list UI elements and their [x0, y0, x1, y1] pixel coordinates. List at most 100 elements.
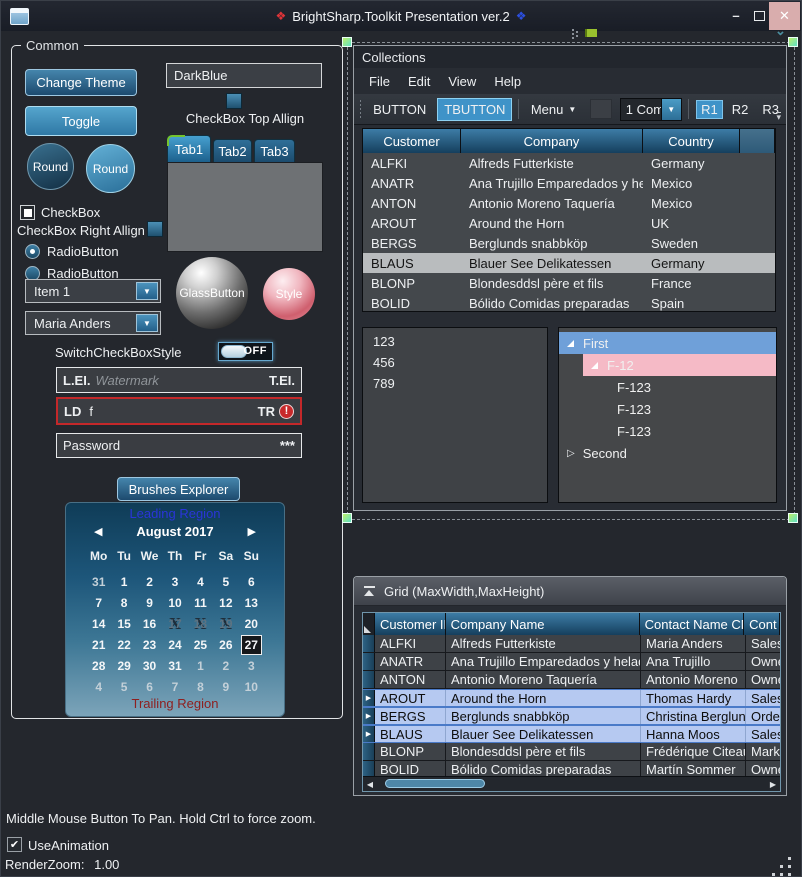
tree-item[interactable]: F-123 [559, 420, 776, 442]
table-row[interactable]: ▶BERGSBerglunds snabbköpChristina Berglu… [363, 707, 780, 725]
calendar-day[interactable]: 27 [241, 635, 262, 655]
calendar-day[interactable]: 7 [162, 677, 187, 697]
scroll-right-icon[interactable]: ▶ [766, 777, 780, 791]
tree-item[interactable]: First [559, 332, 776, 354]
customer-combobox[interactable]: Maria Anders ▼ [25, 311, 161, 335]
table-row[interactable]: ANATRAna Trujillo Emparedados y helaMexi… [363, 173, 775, 193]
calendar-day[interactable]: 22 [111, 635, 136, 655]
darkblue-textbox[interactable]: DarkBlue [166, 63, 322, 88]
column-header-country[interactable]: Country [643, 129, 740, 153]
checkbox-right-align[interactable] [147, 221, 163, 237]
calendar-day[interactable]: 10 [239, 677, 264, 697]
calendar-day[interactable]: 4 [86, 677, 111, 697]
use-animation-checkbox[interactable]: ✔ [7, 837, 22, 852]
calendar-day[interactable]: 26 [213, 635, 238, 655]
round-button-2[interactable]: Round [86, 144, 135, 193]
table-row[interactable]: ALFKIAlfreds FutterkisteGermany [363, 153, 775, 173]
menu-item-edit[interactable]: Edit [399, 71, 439, 92]
toolbar-button[interactable]: BUTTON [366, 99, 433, 120]
calendar[interactable]: Leading Region ◀ August 2017 ▶ MoTuWeThF… [65, 502, 285, 717]
calendar-day[interactable]: 31 [162, 656, 187, 676]
menu-item-file[interactable]: File [360, 71, 399, 92]
collapse-icon[interactable] [364, 586, 375, 596]
tree-item[interactable]: F-123 [559, 376, 776, 398]
calendar-day[interactable]: 8 [111, 593, 136, 613]
list-item[interactable]: 123 [363, 331, 547, 352]
calendar-day[interactable]: 14 [86, 614, 111, 634]
row-header[interactable] [363, 743, 375, 760]
table-row[interactable]: BOLIDBólido Comidas preparadasSpain [363, 293, 775, 313]
change-theme-button[interactable]: Change Theme [25, 69, 137, 96]
calendar-day[interactable]: X18 [188, 614, 213, 634]
toolbar-gripper-icon[interactable] [360, 100, 361, 118]
column-header-company[interactable]: Company [461, 129, 643, 153]
calendar-day[interactable]: 4 [188, 572, 213, 592]
calendar-day[interactable]: 2 [137, 572, 162, 592]
calendar-day[interactable]: 30 [137, 656, 162, 676]
calendar-day[interactable]: 1 [111, 572, 136, 592]
calendar-day[interactable]: 9 [213, 677, 238, 697]
collections-window-titlebar[interactable]: Collections [354, 46, 786, 68]
calendar-day[interactable]: 6 [137, 677, 162, 697]
chevron-down-icon[interactable]: ▼ [136, 314, 158, 332]
calendar-day[interactable]: 1 [188, 656, 213, 676]
column-header[interactable]: Contact Name CN [640, 613, 745, 635]
column-header-customer[interactable]: Customer [363, 129, 461, 153]
calendar-day[interactable]: 11 [188, 593, 213, 613]
item-combobox[interactable]: Item 1 ▼ [25, 279, 161, 303]
calendar-day[interactable]: 24 [162, 635, 187, 655]
table-row[interactable]: ▶BLAUSBlauer See DelikatessenHanna MoosS… [363, 725, 780, 743]
style-button[interactable]: Style [263, 268, 315, 320]
table-row[interactable]: BLAUSBlauer See DelikatessenGermany [363, 253, 775, 273]
checkbox-checked[interactable] [20, 205, 35, 220]
error-field[interactable]: LD f TR ! [56, 397, 302, 425]
calendar-day[interactable]: 10 [162, 593, 187, 613]
calendar-day[interactable]: 5 [213, 572, 238, 592]
calendar-day[interactable]: X19 [213, 614, 238, 634]
round-button-1[interactable]: Round [27, 143, 74, 190]
resize-grip-icon[interactable] [788, 857, 791, 860]
toolbar-combobox[interactable]: 1 Com ▼ [620, 98, 682, 121]
calendar-day[interactable]: 15 [111, 614, 136, 634]
selection-handle[interactable] [788, 513, 798, 523]
table-row[interactable]: AROUTAround the HornUK [363, 213, 775, 233]
checkbox-top-align[interactable] [226, 93, 242, 109]
calendar-day[interactable]: 9 [137, 593, 162, 613]
chevron-down-icon[interactable]: ▼ [661, 99, 681, 120]
adorner-chevron-icon[interactable]: ⌄ [775, 23, 786, 39]
menu-item-view[interactable]: View [439, 71, 485, 92]
calendar-day[interactable]: 7 [86, 593, 111, 613]
calendar-day[interactable]: 5 [111, 677, 136, 697]
expander-expanded-icon[interactable] [591, 362, 598, 369]
toolbar-toggle-button[interactable]: TBUTTON [437, 98, 512, 121]
row-header[interactable]: ▶ [363, 726, 375, 742]
expander-collapsed-icon[interactable]: ▷ [567, 448, 575, 459]
menu-item-help[interactable]: Help [485, 71, 530, 92]
titlebar[interactable]: ❖ BrightSharp.Toolkit Presentation ver.2… [1, 1, 801, 31]
row-header[interactable] [363, 635, 375, 652]
selection-handle[interactable] [788, 37, 798, 47]
table-row[interactable]: BLONPBlondesddsl père et filsFrance [363, 273, 775, 293]
column-header[interactable]: Customer ID [375, 613, 446, 635]
select-all-corner[interactable] [363, 613, 375, 635]
table-row[interactable]: ANATRAna Trujillo Emparedados y heladosA… [363, 653, 780, 671]
table-row[interactable]: ANTONAntonio Moreno TaqueríaAntonio More… [363, 671, 780, 689]
horizontal-scrollbar[interactable]: ◀ ▶ [363, 776, 780, 791]
calendar-day[interactable]: 16 [137, 614, 162, 634]
calendar-day[interactable]: 6 [239, 572, 264, 592]
password-field[interactable]: Password *** [56, 433, 302, 458]
toolbar-overflow-icon[interactable]: ▾ [776, 112, 781, 121]
table-row[interactable]: ▶AROUTAround the HornThomas HardySales [363, 689, 780, 707]
tree-item[interactable]: ▷Second [559, 442, 776, 464]
calendar-day[interactable]: 12 [213, 593, 238, 613]
tab-tab1[interactable]: Tab1 [167, 135, 211, 163]
list-item[interactable]: 789 [363, 373, 547, 394]
brushes-explorer-button[interactable]: Brushes Explorer [117, 477, 240, 501]
calendar-day[interactable]: 28 [86, 656, 111, 676]
tab-tab3[interactable]: Tab3 [254, 139, 295, 163]
row-header[interactable]: ▶ [363, 690, 375, 706]
tree-item[interactable]: F-12 [583, 354, 776, 376]
selection-handle[interactable] [342, 37, 352, 47]
row-header[interactable] [363, 653, 375, 670]
calendar-day[interactable]: 3 [239, 656, 264, 676]
